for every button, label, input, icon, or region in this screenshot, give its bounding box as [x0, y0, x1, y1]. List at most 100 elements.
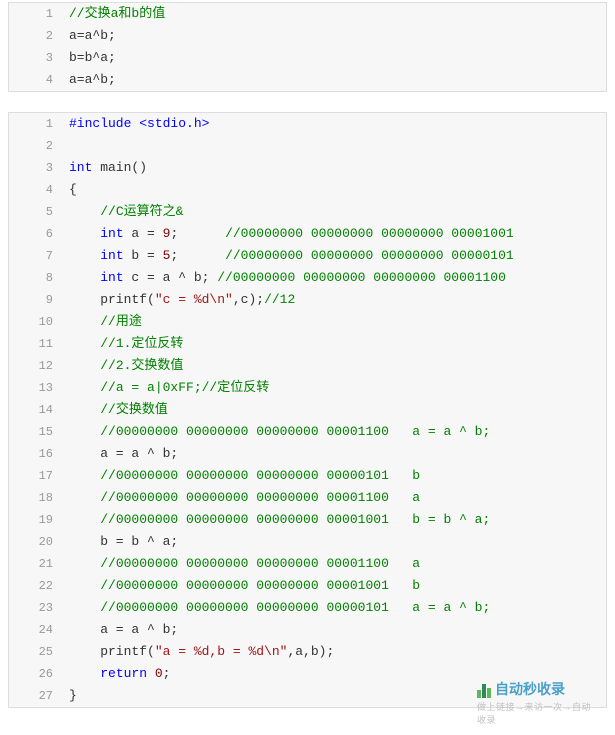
- token: //00000000 00000000 00000000 00000101: [225, 248, 514, 263]
- token: //交换a和b的值: [69, 6, 165, 21]
- line-number: 19: [9, 509, 61, 531]
- code-content: int c = a ^ b; //00000000 00000000 00000…: [61, 267, 606, 289]
- code-content: printf("c = %d\n",c);//12: [61, 289, 606, 311]
- token: {: [69, 182, 77, 197]
- code-content: }: [61, 685, 606, 707]
- line-number: 4: [9, 179, 61, 201]
- token: int: [100, 226, 123, 241]
- code-content: //00000000 00000000 00000000 00000101 a …: [61, 597, 606, 619]
- code-line: 21 //00000000 00000000 00000000 00001100…: [9, 553, 606, 575]
- token: [69, 270, 100, 285]
- code-content: int main(): [61, 157, 606, 179]
- code-line: 27}: [9, 685, 606, 707]
- code-content: a=a^b;: [61, 69, 606, 91]
- code-content: int a = 9; //00000000 00000000 00000000 …: [61, 223, 606, 245]
- token: //a = a|0xFF;//定位反转: [100, 380, 269, 395]
- code-line: 4 a=a^b;: [9, 69, 606, 91]
- code-line: 12 //2.交换数值: [9, 355, 606, 377]
- token: b =: [124, 248, 163, 263]
- code-content: //00000000 00000000 00000000 00001001 b …: [61, 509, 606, 531]
- code-line: 1#include <stdio.h>: [9, 113, 606, 135]
- token: int: [100, 270, 123, 285]
- code-line: 7 int b = 5; //00000000 00000000 0000000…: [9, 245, 606, 267]
- code-line: 14 //交换数值: [9, 399, 606, 421]
- code-line: 6 int a = 9; //00000000 00000000 0000000…: [9, 223, 606, 245]
- code-line: 11 //1.定位反转: [9, 333, 606, 355]
- token: [69, 204, 100, 219]
- line-number: 18: [9, 487, 61, 509]
- token: [69, 336, 100, 351]
- line-number: 26: [9, 663, 61, 685]
- token: //00000000 00000000 00000000 00001100: [217, 270, 506, 285]
- code-content: b=b^a;: [61, 47, 606, 69]
- code-line: 4{: [9, 179, 606, 201]
- code-content: //用途: [61, 311, 606, 333]
- line-number: 10: [9, 311, 61, 333]
- line-number: 6: [9, 223, 61, 245]
- token: ;: [163, 666, 171, 681]
- token: //00000000 00000000 00000000 00001100 a: [100, 490, 420, 505]
- token: [69, 314, 100, 329]
- line-number: 7: [9, 245, 61, 267]
- token: [69, 248, 100, 263]
- code-content: a=a^b;: [61, 25, 606, 47]
- code-line: 26 return 0;: [9, 663, 606, 685]
- line-number: 17: [9, 465, 61, 487]
- token: [69, 424, 100, 439]
- line-number: 24: [9, 619, 61, 641]
- token: //12: [264, 292, 295, 307]
- token: b = b ^ a;: [69, 534, 178, 549]
- code-line: 3b=b^a;: [9, 47, 606, 69]
- line-number: 11: [9, 333, 61, 355]
- code-content: //a = a|0xFF;//定位反转: [61, 377, 606, 399]
- token: }: [69, 688, 77, 703]
- token: [147, 666, 155, 681]
- token: [69, 512, 100, 527]
- code-line: 1//交换a和b的值: [9, 3, 606, 25]
- line-number: 27: [9, 685, 61, 707]
- code-line: 20 b = b ^ a;: [9, 531, 606, 553]
- token: main(): [92, 160, 147, 175]
- token: a=a^b;: [69, 72, 116, 87]
- token: [69, 468, 100, 483]
- code-line: 9 printf("c = %d\n",c);//12: [9, 289, 606, 311]
- token: ;: [170, 226, 225, 241]
- token: a=a^b;: [69, 28, 116, 43]
- code-line: 17 //00000000 00000000 00000000 00000101…: [9, 465, 606, 487]
- line-number: 9: [9, 289, 61, 311]
- code-block: 1#include <stdio.h>23int main()4{5 //C运算…: [8, 112, 607, 708]
- line-number: 14: [9, 399, 61, 421]
- token: //交换数值: [100, 402, 168, 417]
- code-line: 8 int c = a ^ b; //00000000 00000000 000…: [9, 267, 606, 289]
- token: ,c);: [233, 292, 264, 307]
- line-number: 16: [9, 443, 61, 465]
- code-content: //00000000 00000000 00000000 00001100 a …: [61, 421, 606, 443]
- code-line: 16 a = a ^ b;: [9, 443, 606, 465]
- code-block: 1//交换a和b的值2a=a^b;3b=b^a;4 a=a^b;: [8, 2, 607, 92]
- token: a = a ^ b;: [69, 622, 178, 637]
- code-line: 2a=a^b;: [9, 25, 606, 47]
- token: #include <stdio.h>: [69, 116, 209, 131]
- token: ;: [170, 248, 225, 263]
- line-number: 20: [9, 531, 61, 553]
- token: printf(: [69, 644, 155, 659]
- token: int: [100, 248, 123, 263]
- line-number: 4: [9, 69, 61, 91]
- line-number: 25: [9, 641, 61, 663]
- code-line: 5 //C运算符之&: [9, 201, 606, 223]
- token: //00000000 00000000 00000000 00001001 b …: [100, 512, 490, 527]
- code-line: 22 //00000000 00000000 00000000 00001001…: [9, 575, 606, 597]
- token: [69, 556, 100, 571]
- token: 0: [155, 666, 163, 681]
- token: [69, 666, 100, 681]
- line-number: 23: [9, 597, 61, 619]
- code-line: 15 //00000000 00000000 00000000 00001100…: [9, 421, 606, 443]
- code-content: a = a ^ b;: [61, 443, 606, 465]
- line-number: 3: [9, 47, 61, 69]
- token: [69, 380, 100, 395]
- token: [69, 578, 100, 593]
- code-content: //交换数值: [61, 399, 606, 421]
- code-line: 23 //00000000 00000000 00000000 00000101…: [9, 597, 606, 619]
- code-content: [61, 135, 606, 157]
- line-number: 22: [9, 575, 61, 597]
